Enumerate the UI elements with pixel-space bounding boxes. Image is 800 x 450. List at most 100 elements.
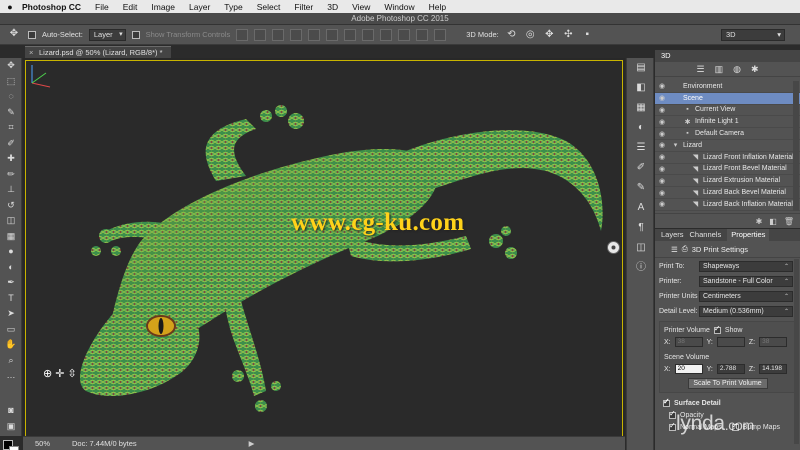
print-settings-icon[interactable]: ⎙ <box>682 244 688 254</box>
pen-tool-icon[interactable]: ✒ <box>0 275 22 291</box>
pan-nav-icon[interactable]: ✛ <box>55 367 64 380</box>
scene-row-back-inflation[interactable]: ◉ ◥ Lizard Back Inflation Material <box>655 199 800 211</box>
menu-help[interactable]: Help <box>422 2 453 12</box>
scale-to-print-volume-button[interactable]: Scale To Print Volume <box>687 378 768 389</box>
printer-dropdown[interactable]: Sandstone - Full Color <box>699 276 793 287</box>
align-right-icon[interactable] <box>326 28 339 41</box>
document-tab[interactable]: × Lizard.psd @ 50% (Lizard, RGB/8*) * <box>25 46 171 58</box>
orbit-icon[interactable]: ⟲ <box>505 28 518 41</box>
paragraph-panel-icon[interactable]: ¶ <box>627 218 655 238</box>
lizard-model[interactable] <box>26 61 623 440</box>
materials-filter-icon[interactable]: ◍ <box>733 64 741 75</box>
show-transform-checkbox[interactable] <box>131 30 140 39</box>
blur-tool-icon[interactable]: ● <box>0 244 22 260</box>
visibility-eye-icon[interactable]: ◉ <box>655 200 669 208</box>
scene-row-scene[interactable]: ◉ Scene <box>655 92 800 105</box>
detail-dropdown[interactable]: Medium (0.536mm) <box>699 306 793 317</box>
distribute-hcenter-icon[interactable] <box>416 28 429 41</box>
eyedropper-tool-icon[interactable]: ✐ <box>0 136 22 152</box>
quick-mask-icon[interactable]: ◙ <box>0 403 22 419</box>
visibility-eye-icon[interactable]: ◉ <box>655 130 669 138</box>
orbit-nav-icon[interactable]: ⊕ <box>43 367 52 380</box>
ground-plane-widget-icon[interactable] <box>607 241 620 254</box>
menu-view[interactable]: View <box>345 2 377 12</box>
dolly-nav-icon[interactable]: ⇳ <box>67 367 76 380</box>
styles-panel-icon[interactable]: ☰ <box>627 138 655 158</box>
axis-widget-icon[interactable] <box>26 61 54 89</box>
eraser-tool-icon[interactable]: ◫ <box>0 213 22 229</box>
visibility-eye-icon[interactable]: ◉ <box>655 82 669 90</box>
pan-icon[interactable]: ✥ <box>543 28 556 41</box>
distribute-left-icon[interactable] <box>398 28 411 41</box>
delete-icon[interactable]: 🗑 <box>784 217 794 226</box>
zoom-tool-icon[interactable]: ⌕ <box>0 353 22 369</box>
tab-properties[interactable]: Properties <box>727 229 770 241</box>
move-tool-icon[interactable]: ✥ <box>0 58 22 74</box>
healing-tool-icon[interactable]: ✚ <box>0 151 22 167</box>
hand-tool-icon[interactable]: ✋ <box>0 337 22 353</box>
sv-y-field[interactable]: 2.788 <box>716 364 745 374</box>
align-bottom-icon[interactable] <box>272 28 285 41</box>
menu-layer[interactable]: Layer <box>182 2 217 12</box>
add-light-icon[interactable]: ✱ <box>756 217 763 226</box>
marquee-tool-icon[interactable]: ⬚ <box>0 74 22 90</box>
menu-window[interactable]: Window <box>377 2 421 12</box>
swatches-panel-icon[interactable]: ▦ <box>627 98 655 118</box>
type-tool-icon[interactable]: T <box>0 291 22 307</box>
distribute-top-icon[interactable] <box>344 28 357 41</box>
align-vcenter-icon[interactable] <box>254 28 267 41</box>
menu-select[interactable]: Select <box>250 2 288 12</box>
info-panel-icon[interactable]: ⓘ <box>627 258 655 278</box>
brush-panel-icon[interactable]: ✎ <box>627 178 655 198</box>
menu-image[interactable]: Image <box>144 2 182 12</box>
meshes-filter-icon[interactable]: ▥ <box>715 64 724 75</box>
3d-nav-widget[interactable]: ⊕ ✛ ⇳ <box>43 367 77 380</box>
scene-row-default-camera[interactable]: ◉ ▪ Default Camera <box>655 128 800 140</box>
visibility-eye-icon[interactable]: ◉ <box>655 106 669 114</box>
expand-chevron-icon[interactable]: ▾ <box>671 141 680 149</box>
scene-row-extrusion[interactable]: ◉ ◥ Lizard Extrusion Material <box>655 175 800 188</box>
menu-file[interactable]: File <box>88 2 116 12</box>
tab-channels[interactable]: Channels <box>690 229 722 241</box>
close-tab-icon[interactable]: × <box>29 47 33 58</box>
scene-row-current-view[interactable]: ◉ ▪ Current View <box>655 105 800 117</box>
color-swatches[interactable] <box>3 440 19 450</box>
history-brush-tool-icon[interactable]: ↺ <box>0 198 22 214</box>
lights-filter-icon[interactable]: ✱ <box>751 64 759 75</box>
scale-icon[interactable]: ▪ <box>581 28 594 41</box>
workspace-dropdown[interactable]: 3D <box>721 29 785 41</box>
scene-row-lizard[interactable]: ◉ ▾ Lizard <box>655 140 800 152</box>
scene-row-infinite-light[interactable]: ◉ ✱ Infinite Light 1 <box>655 116 800 129</box>
show-volume-checkbox[interactable] <box>713 324 721 334</box>
scene-filter-icon[interactable]: ☰ <box>671 245 678 254</box>
opacity-checkbox[interactable] <box>669 409 676 419</box>
whole-scene-filter-icon[interactable]: ☰ <box>697 64 705 75</box>
normal-maps-checkbox[interactable] <box>669 421 676 431</box>
visibility-eye-icon[interactable]: ◉ <box>655 189 669 197</box>
tab-layers[interactable]: Layers <box>661 229 684 241</box>
distribute-right-icon[interactable] <box>434 28 447 41</box>
scene-row-environment[interactable]: ◉ Environment <box>655 81 800 93</box>
apple-icon[interactable]: ● <box>0 2 20 12</box>
character-panel-icon[interactable]: A <box>627 198 655 218</box>
history-panel-icon[interactable]: ▤ <box>627 58 655 78</box>
distribute-bottom-icon[interactable] <box>380 28 393 41</box>
render-icon[interactable]: ◧ <box>769 217 777 226</box>
menu-edit[interactable]: Edit <box>116 2 145 12</box>
crop-tool-icon[interactable]: ⌗ <box>0 120 22 136</box>
visibility-eye-icon[interactable]: ◉ <box>655 165 669 173</box>
properties-scrollbar[interactable] <box>794 259 799 444</box>
quick-select-tool-icon[interactable]: ✎ <box>0 105 22 121</box>
path-select-tool-icon[interactable]: ➤ <box>0 306 22 322</box>
background-color-swatch[interactable] <box>9 446 19 450</box>
align-left-icon[interactable] <box>290 28 303 41</box>
distribute-vcenter-icon[interactable] <box>362 28 375 41</box>
lasso-tool-icon[interactable]: ◌ <box>0 89 22 105</box>
visibility-eye-icon[interactable]: ◉ <box>655 94 669 102</box>
color-panel-icon[interactable]: ◧ <box>627 78 655 98</box>
paths-panel-icon[interactable]: ✐ <box>627 158 655 178</box>
visibility-eye-icon[interactable]: ◉ <box>655 141 669 149</box>
shape-tool-icon[interactable]: ▭ <box>0 322 22 338</box>
move-tool-icon[interactable]: ✥ <box>6 28 22 42</box>
zoom-level[interactable]: 50% <box>35 439 50 448</box>
